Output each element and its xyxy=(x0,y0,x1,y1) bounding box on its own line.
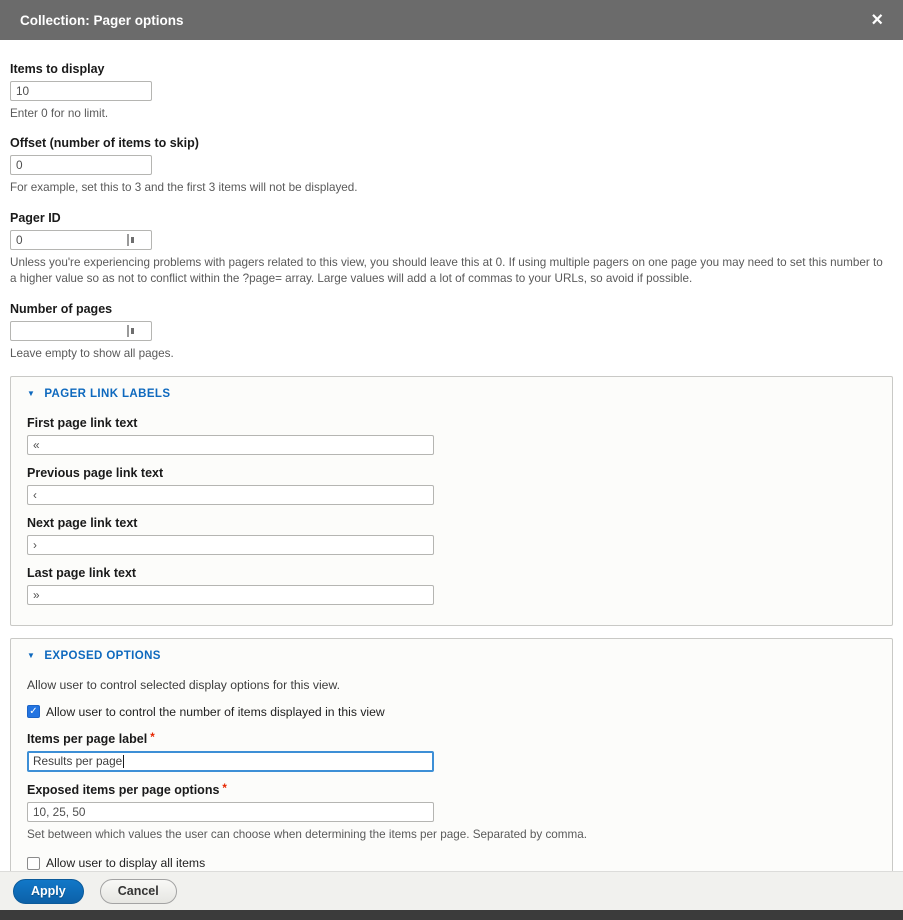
dialog-title: Collection: Pager options xyxy=(20,13,184,28)
dialog-footer: Apply Cancel xyxy=(0,871,903,910)
fieldset-exposed-options: ▼ EXPOSED OPTIONS Allow user to control … xyxy=(10,638,893,871)
number-of-pages-description: Leave empty to show all pages. xyxy=(10,346,892,362)
last-page-link-input[interactable] xyxy=(27,585,434,605)
previous-page-link-field: Previous page link text xyxy=(27,466,876,505)
number-of-pages-label: Number of pages xyxy=(10,302,893,316)
label-text: Exposed items per page options xyxy=(27,783,219,797)
fieldset-legend-pager-link-labels[interactable]: ▼ PAGER LINK LABELS xyxy=(27,388,876,400)
dialog-body: Items to display Enter 0 for no limit. O… xyxy=(0,40,903,871)
number-spinner-icon[interactable] xyxy=(127,325,134,337)
required-marker: * xyxy=(222,783,226,795)
exposed-items-per-page-options-description: Set between which values the user can ch… xyxy=(27,827,876,843)
fieldset-legend-exposed-options[interactable]: ▼ EXPOSED OPTIONS xyxy=(27,650,876,662)
required-marker: * xyxy=(150,732,154,744)
pager-id-description: Unless you're experiencing problems with… xyxy=(10,255,892,288)
next-page-link-input[interactable] xyxy=(27,535,434,555)
number-spinner-icon[interactable] xyxy=(127,234,134,246)
items-to-display-field: Items to display Enter 0 for no limit. xyxy=(10,62,893,122)
number-of-pages-input-wrap xyxy=(10,321,152,341)
exposed-items-per-page-options-label: Exposed items per page options* xyxy=(27,783,876,797)
items-per-page-label-field: Items per page label* Results per page xyxy=(27,732,876,772)
offset-input[interactable] xyxy=(10,155,152,175)
collapse-arrow-icon: ▼ xyxy=(27,651,35,660)
items-to-display-input[interactable] xyxy=(10,81,152,101)
next-page-link-field: Next page link text xyxy=(27,516,876,555)
fieldset-legend-text: EXPOSED OPTIONS xyxy=(44,650,161,662)
previous-page-link-label: Previous page link text xyxy=(27,466,876,480)
pager-id-input-wrap xyxy=(10,230,152,250)
first-page-link-label: First page link text xyxy=(27,416,876,430)
page-background-toolbar xyxy=(0,910,903,920)
exposed-items-per-page-options-input[interactable] xyxy=(27,802,434,822)
checkbox-unchecked-icon[interactable] xyxy=(27,857,40,870)
exposed-options-description: Allow user to control selected display o… xyxy=(27,678,876,692)
number-of-pages-field: Number of pages Leave empty to show all … xyxy=(10,302,893,362)
pager-id-label: Pager ID xyxy=(10,211,893,225)
first-page-link-field: First page link text xyxy=(27,416,876,455)
first-page-link-input[interactable] xyxy=(27,435,434,455)
last-page-link-field: Last page link text xyxy=(27,566,876,605)
exposed-items-per-page-options-field: Exposed items per page options* Set betw… xyxy=(27,783,876,843)
items-to-display-description: Enter 0 for no limit. xyxy=(10,106,892,122)
close-icon[interactable]: × xyxy=(871,10,883,30)
collapse-arrow-icon: ▼ xyxy=(27,389,35,398)
pager-options-dialog: Collection: Pager options × Items to dis… xyxy=(0,0,903,920)
checkbox-label: Allow user to display all items xyxy=(46,856,205,870)
items-per-page-label-input[interactable]: Results per page xyxy=(27,751,434,772)
fieldset-pager-link-labels: ▼ PAGER LINK LABELS First page link text… xyxy=(10,376,893,626)
label-text: Items per page label xyxy=(27,732,147,746)
text-cursor xyxy=(123,755,124,768)
last-page-link-label: Last page link text xyxy=(27,566,876,580)
pager-id-field: Pager ID Unless you're experiencing prob… xyxy=(10,211,893,288)
fieldset-legend-text: PAGER LINK LABELS xyxy=(44,388,170,400)
apply-button[interactable]: Apply xyxy=(13,879,84,904)
checkbox-label: Allow user to control the number of item… xyxy=(46,705,385,719)
items-to-display-label: Items to display xyxy=(10,62,893,76)
input-value: Results per page xyxy=(33,754,122,768)
next-page-link-label: Next page link text xyxy=(27,516,876,530)
checkbox-control-number-of-items[interactable]: ✓ Allow user to control the number of it… xyxy=(27,705,876,719)
items-per-page-label-label: Items per page label* xyxy=(27,732,876,746)
offset-label: Offset (number of items to skip) xyxy=(10,136,893,150)
dialog-header: Collection: Pager options × xyxy=(0,0,903,40)
offset-description: For example, set this to 3 and the first… xyxy=(10,180,892,196)
cancel-button[interactable]: Cancel xyxy=(100,879,177,904)
offset-field: Offset (number of items to skip) For exa… xyxy=(10,136,893,196)
checkbox-checked-icon[interactable]: ✓ xyxy=(27,705,40,718)
previous-page-link-input[interactable] xyxy=(27,485,434,505)
checkbox-display-all-items[interactable]: Allow user to display all items xyxy=(27,856,876,870)
